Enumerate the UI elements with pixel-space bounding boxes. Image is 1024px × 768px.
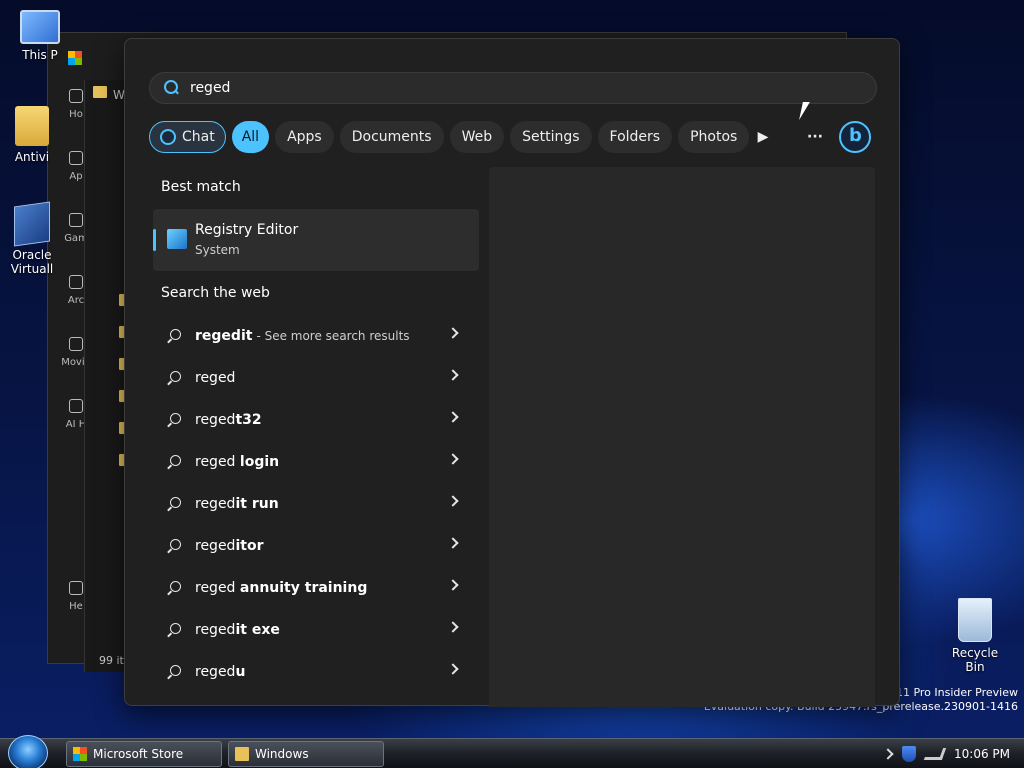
filter-web[interactable]: Web [449,121,505,153]
search-icon [167,664,183,680]
search-icon [167,496,183,512]
filter-photos[interactable]: Photos [678,121,750,153]
registry-editor-icon [167,229,187,249]
web-result[interactable]: reged [153,357,479,399]
sparkle-icon [69,399,83,413]
folder-icon [15,106,49,146]
recycle-bin-icon [958,598,992,642]
web-result[interactable]: reged it exe [153,609,479,651]
network-icon[interactable] [923,748,947,760]
home-icon [69,89,83,103]
bing-chat-icon[interactable] [839,121,871,153]
folder-icon [235,747,249,761]
system-tray: 10:06 PM [882,739,1024,768]
show-hidden-icons-chevron-icon[interactable] [882,748,894,760]
search-icon [167,538,183,554]
chevron-right-icon [447,411,459,423]
chevron-right-icon [447,453,459,465]
web-result[interactable]: reged itor [153,525,479,567]
chevron-right-icon [447,579,459,591]
selection-indicator [153,229,156,251]
taskbar-item-microsoft-store[interactable]: Microsoft Store [66,741,222,767]
desktop-icon-virtualbox[interactable]: Oracle Virtuall [0,201,64,276]
search-icon [167,622,183,638]
web-result[interactable]: reged u [153,651,479,693]
search-icon [167,454,183,470]
desktop-icon-recycle-bin[interactable]: Recycle Bin [942,598,1008,674]
taskbar-item-windows[interactable]: Windows [228,741,384,767]
ellipsis-icon[interactable]: ··· [805,127,825,147]
web-result[interactable]: reged login [153,441,479,483]
result-name: Registry Editor [195,222,299,238]
search-icon [167,328,183,344]
play-icon[interactable]: ▶ [753,127,773,147]
chevron-right-icon [447,369,459,381]
filter-folders[interactable]: Folders [597,121,673,153]
chevron-right-icon [447,495,459,507]
movies-icon [69,337,83,351]
web-result[interactable]: reged annuity training [153,567,479,609]
computer-icon [20,10,60,44]
filter-chat[interactable]: Chat [149,121,226,153]
best-match-heading: Best match [161,179,241,195]
filter-documents[interactable]: Documents [339,121,444,153]
apps-icon [69,151,83,165]
web-results-list: regedit - See more search results reged r… [153,315,479,693]
preview-pane [489,167,875,707]
chevron-right-icon [447,537,459,549]
search-web-heading: Search the web [161,285,270,301]
virtualbox-icon [14,201,50,247]
web-result[interactable]: regedit - See more search results [153,315,479,357]
store-icon [73,747,87,761]
clock[interactable]: 10:06 PM [954,747,1010,761]
search-icon [167,412,183,428]
security-shield-icon[interactable] [902,746,916,762]
desktop-icon-antivirus[interactable]: Antivi [0,106,64,164]
controller-icon [69,213,83,227]
filter-settings[interactable]: Settings [510,121,592,153]
taskbar: Microsoft Store Windows 10:06 PM [0,735,1024,768]
search-filters: Chat All Apps Documents Web Settings Fol… [149,121,750,153]
help-icon [69,581,83,595]
web-result[interactable]: reged t32 [153,399,479,441]
search-icon [167,580,183,596]
best-match-result[interactable]: Registry Editor System [153,209,479,271]
arcade-icon [69,275,83,289]
search-panel: Chat All Apps Documents Web Settings Fol… [124,38,900,707]
chevron-right-icon [447,621,459,633]
chevron-right-icon [447,663,459,675]
desktop-icon-this-pc[interactable]: This P [8,10,72,62]
search-input[interactable] [190,80,790,96]
search-icon [164,80,180,96]
filter-apps[interactable]: Apps [275,121,334,153]
web-result[interactable]: reged it run [153,483,479,525]
folder-icon [93,86,107,98]
search-box[interactable] [149,72,877,104]
search-icon [167,370,183,386]
start-button[interactable] [8,735,48,768]
chevron-right-icon [447,327,459,339]
filter-all[interactable]: All [231,121,270,153]
result-type: System [195,243,240,257]
bing-icon [160,129,176,145]
